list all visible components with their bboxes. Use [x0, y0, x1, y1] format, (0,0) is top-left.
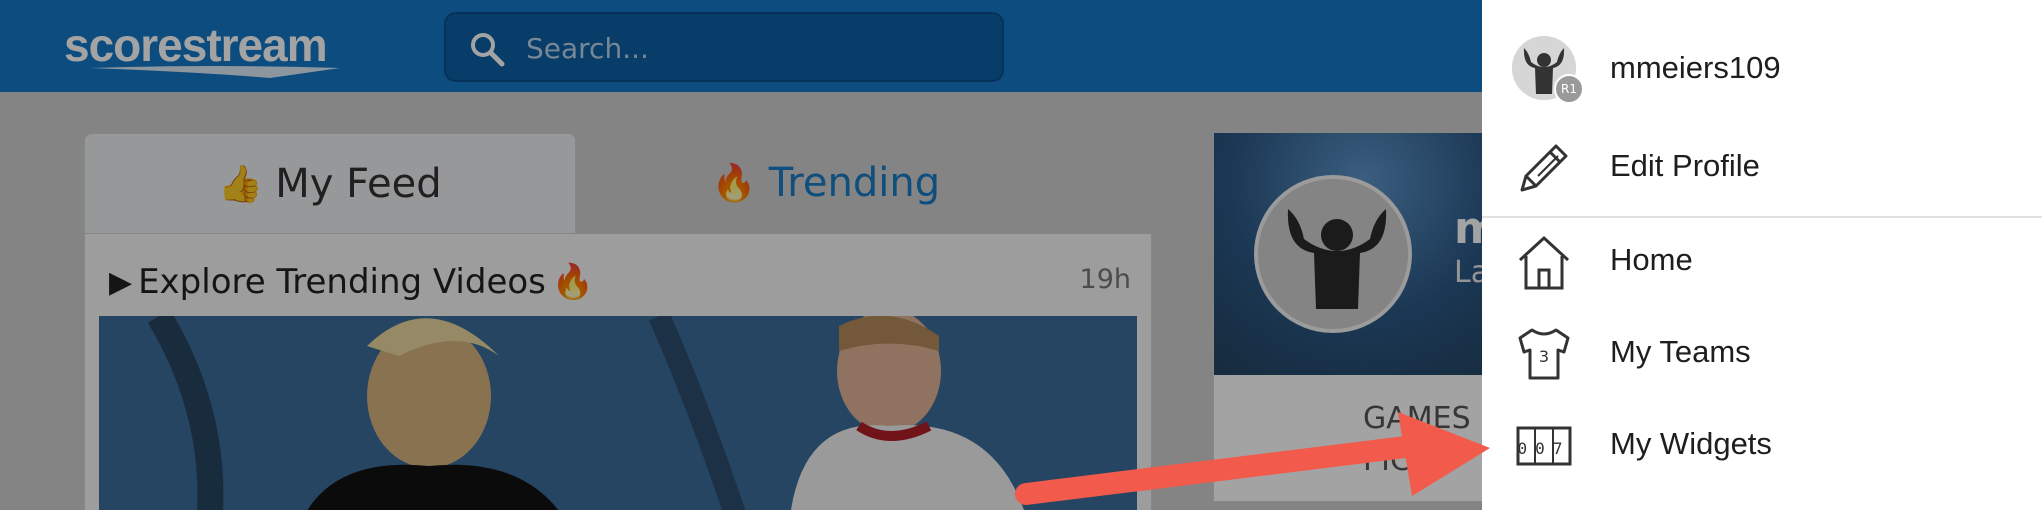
menu-label-home: Home	[1610, 242, 1693, 277]
menu-item-user[interactable]: R1 mmeiers109	[1482, 28, 2042, 108]
menu-label-edit-profile: Edit Profile	[1610, 148, 1760, 183]
jersey-number: 3	[1539, 347, 1549, 366]
menu-username: mmeiers109	[1610, 50, 1781, 85]
menu-label-my-widgets: My Widgets	[1610, 426, 1772, 461]
menu-item-home[interactable]: Home	[1482, 222, 2042, 302]
pencil-icon	[1520, 144, 1568, 192]
menu-label-my-teams: My Teams	[1610, 334, 1751, 369]
rank-badge: R1	[1554, 74, 1584, 104]
menu-item-edit-profile[interactable]: Edit Profile	[1482, 128, 2042, 208]
jersey-icon: 3	[1518, 328, 1570, 380]
menu-divider	[1482, 216, 2042, 218]
annotation-arrow-icon	[1015, 412, 1490, 505]
menu-item-my-teams[interactable]: 3 My Teams	[1482, 314, 2042, 394]
home-icon	[1518, 236, 1570, 290]
